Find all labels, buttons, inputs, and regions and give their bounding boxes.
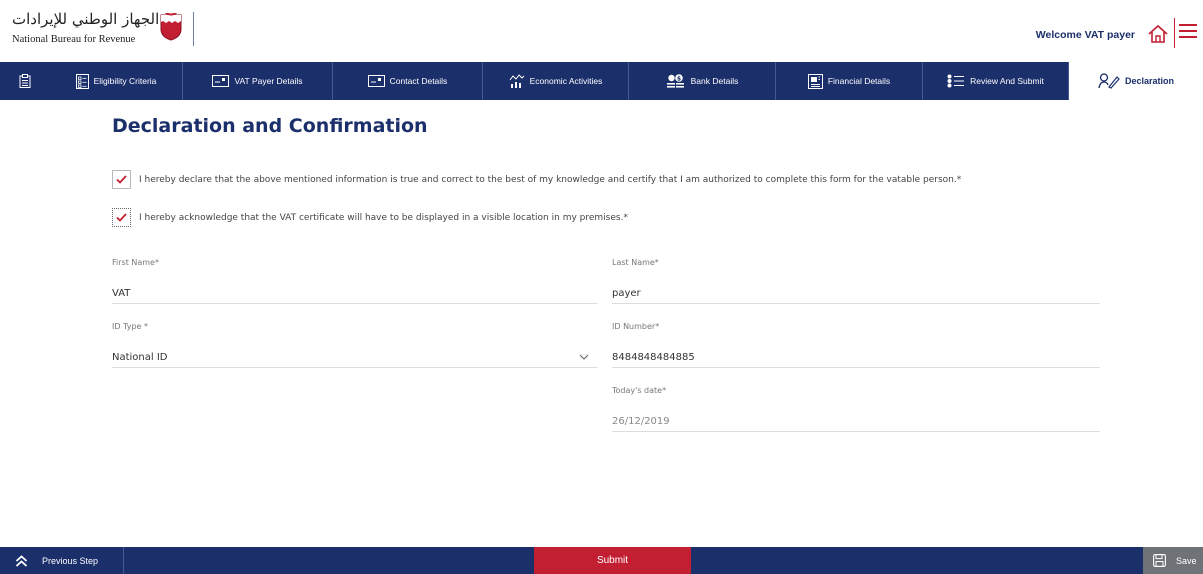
list-icon	[947, 74, 965, 88]
todays-date-label: Today's date*	[612, 386, 667, 395]
id-type-field: ID Type * National ID	[112, 322, 597, 368]
app-header: الجهاز الوطني للإيرادات National Bureau …	[0, 0, 1203, 62]
declaration-text-1: I hereby declare that the above mentione…	[139, 174, 962, 185]
checkmark-icon	[116, 213, 127, 222]
last-name-label: Last Name*	[612, 258, 659, 267]
step-declaration[interactable]: Declaration	[1069, 62, 1203, 100]
id-number-field: ID Number*	[612, 322, 1100, 368]
declaration-checkbox-2[interactable]	[112, 208, 131, 227]
logo-arabic-text: الجهاز الوطني للإيرادات	[12, 10, 160, 28]
step-label: Bank Details	[690, 76, 739, 86]
signature-icon	[1098, 73, 1120, 89]
clipboard-icon	[19, 74, 31, 88]
id-number-input[interactable]	[612, 348, 1100, 368]
logo-english-text: National Bureau for Revenue	[12, 34, 136, 45]
step-eligibility-criteria[interactable]: Eligibility Criteria	[50, 62, 183, 100]
previous-step-button[interactable]: Previous Step	[0, 547, 124, 574]
step-financial-details[interactable]: Financial Details	[776, 62, 923, 100]
todays-date-input	[612, 412, 1100, 432]
id-type-select[interactable]: National ID	[112, 348, 597, 368]
bahrain-seal-icon	[160, 13, 182, 41]
declaration-text-2: I hereby acknowledge that the VAT certif…	[139, 212, 628, 223]
step-label: VAT Payer Details	[234, 76, 303, 86]
welcome-text: Welcome VAT payer	[1035, 29, 1135, 41]
step-vat-payer-details[interactable]: VAT Payer Details	[183, 62, 333, 100]
home-icon[interactable]	[1147, 24, 1169, 44]
last-name-field: Last Name*	[612, 258, 1100, 304]
bank-icon: $	[666, 73, 684, 88]
step-label: Review And Submit	[970, 76, 1044, 86]
logo-divider	[193, 12, 194, 46]
step-label: Financial Details	[827, 76, 891, 86]
checklist-icon	[75, 73, 89, 89]
step-economic-activities[interactable]: Economic Activities	[483, 62, 629, 100]
id-card-icon	[367, 75, 385, 87]
step-overview[interactable]	[0, 62, 50, 100]
first-name-label: First Name*	[112, 258, 159, 267]
id-type-label: ID Type *	[112, 322, 148, 331]
step-navigation: Eligibility Criteria VAT Payer Details C…	[0, 62, 1203, 100]
step-label: Declaration	[1124, 76, 1175, 86]
save-icon	[1153, 554, 1166, 567]
id-number-label: ID Number*	[612, 322, 660, 331]
double-chevron-up-icon	[15, 554, 28, 567]
step-contact-details[interactable]: Contact Details	[333, 62, 483, 100]
declaration-row-1: I hereby declare that the above mentione…	[112, 170, 961, 189]
id-card-icon	[212, 75, 230, 87]
declaration-checkbox-1[interactable]	[112, 170, 131, 189]
step-bank-details[interactable]: $ Bank Details	[629, 62, 776, 100]
step-label: Economic Activities	[529, 76, 603, 86]
checkmark-icon	[116, 175, 127, 184]
declaration-row-2: I hereby acknowledge that the VAT certif…	[112, 208, 628, 227]
step-label: Contact Details	[389, 76, 448, 86]
id-type-selected-value: National ID	[112, 352, 168, 363]
chevron-down-icon	[579, 354, 589, 360]
last-name-input[interactable]	[612, 284, 1100, 304]
save-button[interactable]: Save	[1143, 547, 1203, 574]
submit-button[interactable]: Submit	[534, 547, 691, 574]
previous-step-label: Previous Step	[42, 555, 99, 566]
todays-date-field: Today's date*	[612, 386, 1100, 432]
bottom-action-bar: Previous Step Submit Save	[0, 547, 1203, 574]
step-label: Eligibility Criteria	[93, 76, 157, 86]
save-label: Save	[1176, 555, 1197, 566]
nbr-logo[interactable]: الجهاز الوطني للإيرادات National Bureau …	[8, 8, 208, 54]
page-title: Declaration and Confirmation	[112, 115, 428, 137]
first-name-field: First Name*	[112, 258, 597, 304]
financial-icon	[807, 73, 823, 89]
svg-text:$: $	[677, 75, 681, 82]
header-divider	[1174, 18, 1175, 48]
step-review-and-submit[interactable]: Review And Submit	[923, 62, 1069, 100]
chart-icon	[509, 74, 524, 88]
hamburger-menu-icon[interactable]	[1179, 24, 1197, 42]
first-name-input[interactable]	[112, 284, 597, 304]
